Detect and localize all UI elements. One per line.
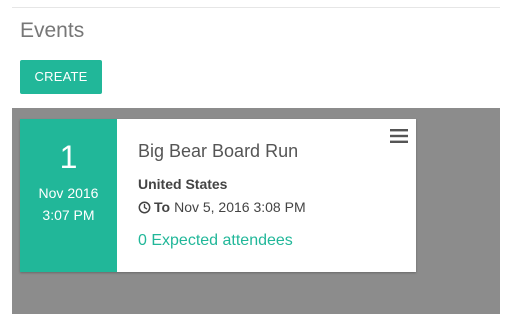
create-button[interactable]: CREATE (20, 60, 102, 94)
event-month-year: Nov 2016 (38, 185, 99, 201)
expected-attendees-link[interactable]: 0 Expected attendees (138, 232, 293, 250)
event-card-body: Big Bear Board Run United States To Nov … (117, 119, 416, 272)
event-name: Big Bear Board Run (138, 141, 299, 161)
event-day: 1 (59, 139, 78, 175)
events-page: Events CREATE 1 Nov 2016 3:07 PM Big Bea… (0, 0, 507, 314)
top-divider (12, 7, 500, 8)
clock-icon (138, 201, 151, 213)
event-end-date: To Nov 5, 2016 3:08 PM (138, 199, 306, 215)
page-title: Events (20, 19, 85, 42)
event-country: United States (138, 176, 228, 192)
event-card[interactable]: 1 Nov 2016 3:07 PM Big Bear Board Run Un… (20, 119, 416, 272)
event-to-label: To (154, 199, 171, 215)
event-date-block: 1 Nov 2016 3:07 PM (20, 119, 117, 272)
hamburger-menu-icon[interactable] (390, 129, 408, 143)
event-time: 3:07 PM (42, 207, 95, 223)
event-to-value: Nov 5, 2016 3:08 PM (174, 199, 306, 215)
